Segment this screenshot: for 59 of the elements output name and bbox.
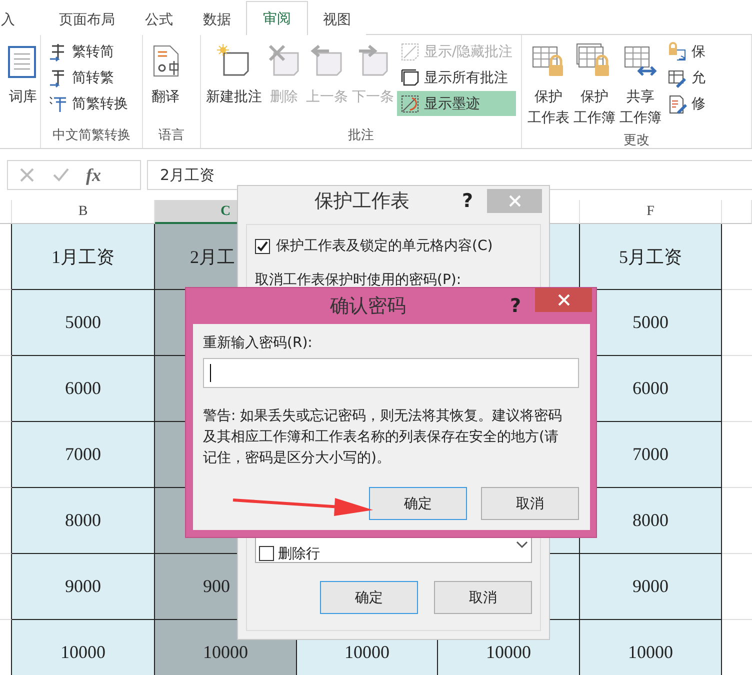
close-icon	[558, 294, 570, 306]
dialog-title: 保护工作表	[313, 189, 410, 214]
insert-function-button[interactable]: fx	[86, 164, 101, 186]
table-cell: 8000	[12, 488, 155, 554]
ribbon-button[interactable]: 显示所有批注	[396, 65, 516, 90]
dialog-button[interactable]: 确定	[369, 487, 467, 520]
pencil-document-icon	[667, 94, 688, 114]
convert-icon	[48, 94, 68, 114]
ribbon-button[interactable]: 保	[664, 39, 708, 64]
field-label: 重新输入密码(R):	[203, 334, 314, 352]
ribbon-tab[interactable]: 审阅	[246, 1, 308, 35]
table-cell: 5000	[12, 290, 155, 356]
password-field[interactable]	[203, 358, 579, 388]
checkbox[interactable]	[259, 546, 274, 561]
ribbon-button[interactable]: 修	[664, 91, 708, 116]
group-label: 更改	[622, 132, 651, 149]
ribbon-button[interactable]: 显示墨迹	[396, 91, 516, 116]
table-cell: 10000	[12, 620, 155, 675]
table-cell: 7000	[12, 422, 155, 488]
help-button[interactable]: ?	[510, 295, 521, 317]
table-cell: 6000	[12, 356, 155, 422]
checkbox[interactable]	[255, 238, 270, 254]
comments-icon	[400, 68, 420, 88]
ribbon-button[interactable]: 共享 工作簿	[618, 39, 662, 131]
close-icon	[508, 195, 520, 207]
ribbon-button[interactable]: 新建批注	[204, 39, 263, 126]
table-cell: 9000	[580, 554, 722, 620]
close-button[interactable]	[535, 288, 592, 312]
pencil-grid-icon	[667, 68, 688, 88]
table-cell: 8000	[580, 488, 722, 554]
table-cell: 1月工资	[12, 224, 155, 290]
ribbon-button[interactable]: 简转繁	[45, 65, 131, 90]
ribbon-button[interactable]: 允	[664, 65, 708, 90]
comment-icon	[400, 42, 420, 62]
checkmark-icon	[52, 166, 70, 184]
chevron-down-icon	[516, 541, 528, 549]
ribbon-button[interactable]: 翻译	[146, 39, 185, 126]
group-label: 批注	[347, 127, 376, 145]
dialog-title: 确认密码	[328, 294, 407, 319]
help-button[interactable]: ?	[462, 190, 473, 212]
warning-text: 警告: 如果丢失或忘记密码，则无法将其恢复。建议将密码及其相应工作簿和工作表名称的列表保存在安全的地方(请记住，密码是区分大小写的)。	[203, 407, 564, 468]
table-cell: 9000	[12, 554, 155, 620]
ribbon-button[interactable]: 保护 工作簿	[572, 39, 616, 131]
table-cell: 5月工资	[580, 224, 722, 290]
lock-icon	[667, 42, 688, 62]
dialog-button[interactable]: 确定	[320, 581, 418, 614]
group-label: 中文简繁转换	[51, 127, 132, 145]
cancel-icon	[18, 166, 36, 184]
dialog-button[interactable]: 取消	[434, 581, 532, 614]
new-comment-icon	[216, 43, 252, 79]
table-cell: 10000	[580, 620, 722, 675]
group-label: 语言	[157, 127, 186, 145]
ink-icon	[400, 94, 420, 114]
previous-comment-icon	[308, 43, 345, 79]
dialog-button[interactable]: 取消	[481, 487, 579, 520]
ribbon-button[interactable]: 简繁转换	[45, 91, 131, 116]
ribbon-button[interactable]: 繁转简	[45, 39, 131, 64]
ribbon-button[interactable]: 保护 工作表	[526, 39, 570, 131]
ribbon-button[interactable]: 词库	[4, 39, 42, 126]
